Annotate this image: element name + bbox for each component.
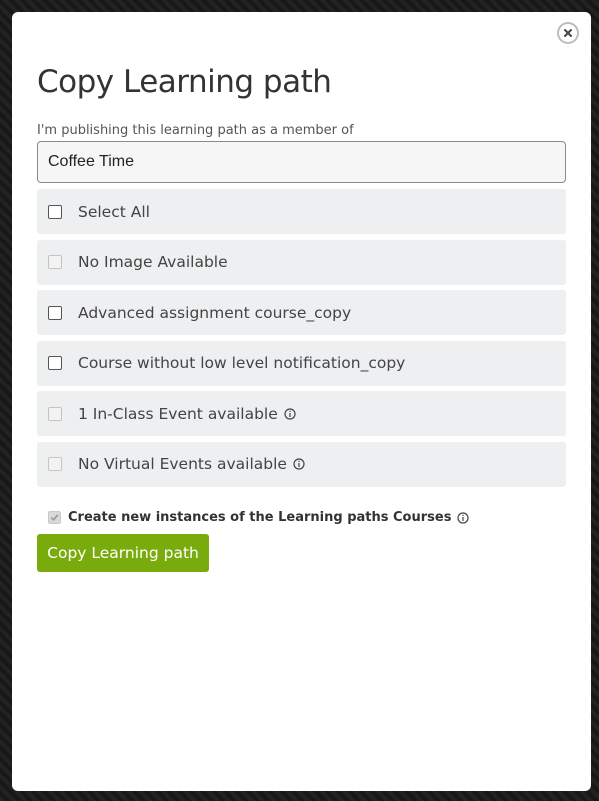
member-of-label: I'm publishing this learning path as a m… [37,123,354,138]
option-label: No Virtual Events available [78,455,305,473]
option-list: Select All No Image Available Advanced a… [37,189,566,492]
create-instances-label: Create new instances of the Learning pat… [68,510,452,525]
option-advanced-assignment[interactable]: Advanced assignment course_copy [37,290,566,335]
copy-learning-path-button[interactable]: Copy Learning path [37,534,209,572]
option-in-class-event: 1 In-Class Event available [37,391,566,436]
option-virtual-events: No Virtual Events available [37,441,566,487]
option-label: Select All [78,202,150,221]
option-course-without-notification[interactable]: Course without low level notification_co… [37,340,566,386]
member-of-field[interactable] [37,141,566,183]
advanced-assignment-checkbox[interactable] [48,305,62,320]
option-label: 1 In-Class Event available [78,405,296,423]
virtual-events-label: No Virtual Events available [78,455,287,473]
select-all-checkbox[interactable] [48,204,62,219]
dialog-title: Copy Learning path [37,64,332,100]
info-icon[interactable] [457,511,470,524]
course-without-notification-checkbox[interactable] [48,356,62,370]
option-label: No Image Available [78,253,228,271]
in-class-event-checkbox [48,406,62,421]
checkmark-icon [50,514,59,521]
in-class-event-label: 1 In-Class Event available [78,404,278,423]
no-image-checkbox [48,255,62,269]
option-label: Advanced assignment course_copy [78,303,352,322]
close-icon [564,29,572,37]
info-icon[interactable] [293,458,305,470]
option-no-image: No Image Available [37,239,566,285]
close-button[interactable] [557,22,579,44]
create-instances-option: Create new instances of the Learning pat… [48,510,470,525]
copy-learning-path-dialog: Copy Learning path I'm publishing this l… [12,12,591,791]
option-label: Course without low level notification_co… [78,354,406,372]
option-select-all[interactable]: Select All [37,189,566,234]
virtual-events-checkbox [48,457,62,471]
info-icon[interactable] [284,407,296,420]
create-instances-checkbox [48,511,61,524]
